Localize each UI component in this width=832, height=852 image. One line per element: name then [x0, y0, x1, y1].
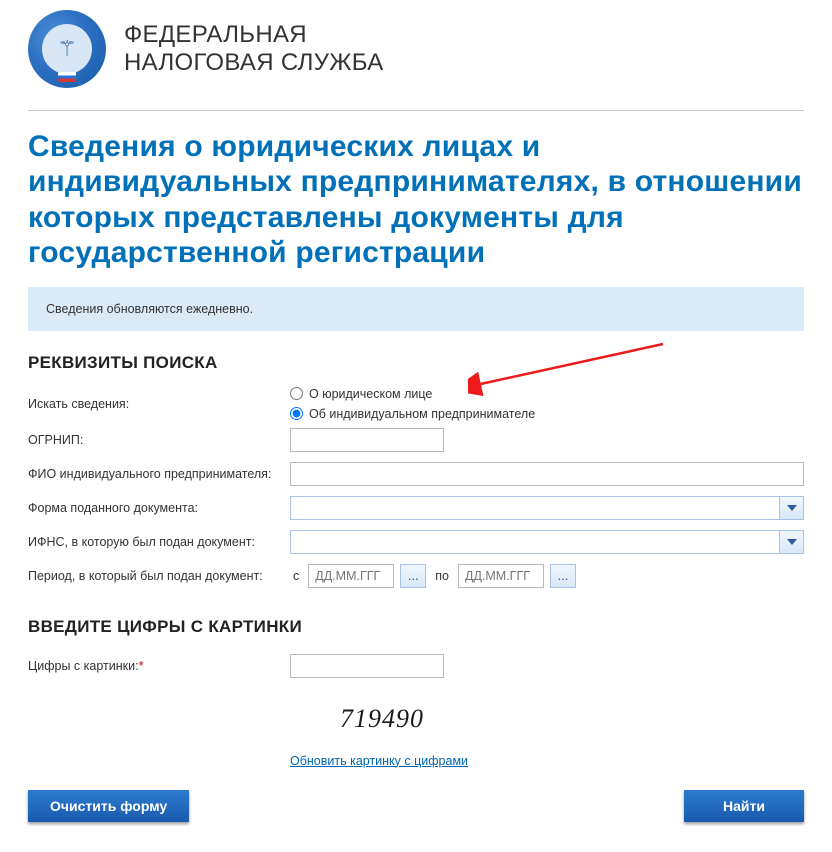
search-for-label: Искать сведения: — [28, 397, 290, 411]
date-to-input[interactable] — [458, 564, 544, 588]
captcha-refresh-link[interactable]: Обновить картинку с цифрами — [290, 754, 468, 768]
fns-emblem-icon: ⚚ — [42, 24, 92, 74]
search-section-title: РЕКВИЗИТЫ ПОИСКА — [28, 353, 804, 373]
date-to-picker-button[interactable]: ... — [550, 564, 576, 588]
chevron-down-icon[interactable] — [779, 531, 803, 553]
info-bar: Сведения обновляются ежедневно. — [28, 287, 804, 331]
date-from-input[interactable] — [308, 564, 394, 588]
ifns-label: ИФНС, в которую был подан документ: — [28, 535, 290, 549]
required-mark: * — [139, 659, 144, 673]
clear-form-button[interactable]: Очистить форму — [28, 790, 189, 822]
page-title: Сведения о юридических лицах и индивидуа… — [28, 129, 804, 271]
doc-form-label: Форма поданного документа: — [28, 501, 290, 515]
period-from-text: с — [290, 569, 302, 583]
radio-legal-input[interactable] — [290, 387, 303, 400]
radio-legal-label: О юридическом лице — [309, 387, 432, 401]
ogrnip-input[interactable] — [290, 428, 444, 452]
radio-legal-entity[interactable]: О юридическом лице — [290, 387, 535, 401]
fns-logo: ⚚ — [28, 10, 106, 88]
ifns-select[interactable] — [290, 530, 804, 554]
period-label: Период, в который был подан документ: — [28, 569, 290, 583]
doc-form-select[interactable] — [290, 496, 804, 520]
fio-input[interactable] — [290, 462, 804, 486]
org-title: ФЕДЕРАЛЬНАЯ НАЛОГОВАЯ СЛУЖБА — [124, 21, 384, 76]
org-title-line2: НАЛОГОВАЯ СЛУЖБА — [124, 49, 384, 77]
org-title-line1: ФЕДЕРАЛЬНАЯ — [124, 21, 384, 49]
period-to-text: по — [432, 569, 452, 583]
captcha-image: 719490 — [290, 695, 474, 743]
radio-individual-entrepreneur[interactable]: Об индивидуальном предпринимателе — [290, 407, 535, 421]
fio-label: ФИО индивидуального предпринимателя: — [28, 467, 290, 481]
captcha-section-title: ВВЕДИТЕ ЦИФРЫ С КАРТИНКИ — [28, 617, 804, 637]
find-button[interactable]: Найти — [684, 790, 804, 822]
radio-individual-input[interactable] — [290, 407, 303, 420]
radio-individual-label: Об индивидуальном предпринимателе — [309, 407, 535, 421]
captcha-label: Цифры с картинки:* — [28, 659, 290, 673]
chevron-down-icon[interactable] — [779, 497, 803, 519]
ogrnip-label: ОГРНИП: — [28, 433, 290, 447]
date-from-picker-button[interactable]: ... — [400, 564, 426, 588]
captcha-input[interactable] — [290, 654, 444, 678]
